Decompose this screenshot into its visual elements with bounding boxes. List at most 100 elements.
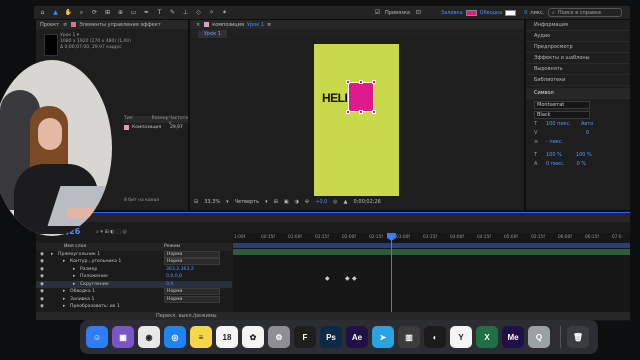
viewer-timecode[interactable]: 0;00;02;26 (354, 199, 381, 205)
resize-handle[interactable] (372, 80, 376, 84)
photoshop-icon[interactable]: Ps (320, 326, 342, 348)
panel-libraries[interactable]: Библиотеки (526, 75, 630, 86)
color-icon[interactable]: ✣ (305, 199, 309, 205)
media-encoder-icon[interactable]: Me (502, 326, 524, 348)
composition-canvas[interactable]: HELI (314, 44, 399, 196)
effects-controls-tab[interactable]: Элементы управления эффект (79, 22, 160, 28)
layer-row[interactable]: ◉ ▸ Заливка 1 Норма (36, 295, 232, 304)
chevron-down-icon[interactable]: ▾ (265, 199, 268, 205)
col-layer-name[interactable]: Имя слоя (64, 244, 86, 249)
layer-name[interactable]: Положение (80, 274, 108, 279)
show-snapshot-icon[interactable]: ▲ (344, 199, 348, 205)
resize-handle[interactable] (372, 110, 376, 114)
resize-handle[interactable] (346, 110, 350, 114)
keyframe-icon[interactable]: ◆ (345, 275, 350, 282)
hand-tool-icon[interactable]: ✋ (64, 8, 73, 17)
project-row[interactable]: Композиция 29,97 (124, 124, 188, 131)
fill-swatch[interactable] (465, 9, 477, 16)
photos-icon[interactable]: ✿ (242, 326, 264, 348)
twirl-chevron-icon[interactable]: ▸ (63, 259, 65, 264)
composition-tab-label[interactable]: композиция (212, 22, 244, 28)
zoom-tool-icon[interactable]: ⌕ (77, 8, 86, 17)
col-size[interactable]: Размер (152, 116, 169, 123)
layer-name[interactable]: Обводка 1 (70, 289, 95, 294)
layer-row[interactable]: ◉ ▸ Преобразовать: ик 1 (36, 303, 232, 311)
tracking-value[interactable]: 0 (586, 130, 589, 136)
blend-mode-select[interactable]: Норма (164, 258, 220, 266)
playhead-line[interactable] (391, 233, 392, 321)
twirl-chevron-icon[interactable]: ▸ (73, 267, 75, 272)
layer-row[interactable]: ◉ ▸ Прямоугольник 1 Норма (36, 250, 232, 259)
visibility-eye-icon[interactable]: ◉ (40, 267, 44, 272)
horizontal-scale-value[interactable]: 100 % (576, 152, 592, 158)
quality-select[interactable]: Четверть (235, 199, 259, 205)
property-value[interactable]: 0,0,0,0 (166, 274, 182, 279)
stamp-tool-icon[interactable]: ⊥ (181, 8, 190, 17)
stroke-label[interactable]: Обводка (480, 10, 503, 16)
tsume-value[interactable]: 0 % (577, 161, 587, 167)
font-style-select[interactable]: Black (534, 111, 590, 119)
bpc-label[interactable]: 8 бит на канал (124, 198, 159, 204)
layer-name[interactable]: Контур...угольника 1 (70, 259, 121, 264)
visibility-eye-icon[interactable]: ◉ (40, 274, 44, 279)
twirl-chevron-icon[interactable]: ▸ (63, 297, 65, 302)
property-value[interactable]: 363,2,363,2 (166, 267, 194, 272)
leading-value[interactable]: Авто (581, 121, 593, 127)
layer-duration-bar[interactable] (233, 249, 630, 255)
switches-toggle[interactable]: Перекл. выкл./режимы (156, 313, 217, 319)
zoom-level[interactable]: 33,3% (204, 199, 220, 205)
layer-name[interactable]: Прямоугольник 1 (58, 252, 100, 257)
obs-icon[interactable]: ◐ (424, 326, 446, 348)
orbit-tool-icon[interactable]: ⟳ (90, 8, 99, 17)
layer-row[interactable]: ◉ ▸ Скругление 0,0 (36, 280, 232, 288)
figma-icon[interactable]: F (294, 326, 316, 348)
twirl-chevron-icon[interactable]: ▸ (51, 252, 53, 257)
help-search-input[interactable]: ⌕ Поиск в справке (548, 8, 622, 17)
visibility-eye-icon[interactable]: ◉ (40, 252, 44, 257)
camera-tool-icon[interactable]: ⊞ (103, 8, 112, 17)
col-type[interactable]: Тип (124, 116, 136, 123)
work-area-bar[interactable] (233, 243, 630, 248)
timeline-graph[interactable]: 1:00f 00:15f 01:00f 01:15f 02:00f 02:15f 03:00… (233, 233, 630, 321)
camera-icon[interactable]: ◎ (333, 199, 337, 205)
twirl-chevron-icon[interactable]: ▸ (73, 282, 75, 287)
menu-icon[interactable]: ≡ (63, 22, 67, 28)
visibility-eye-icon[interactable]: ◉ (40, 289, 44, 294)
font-size-value[interactable]: 100 пикс. (546, 121, 571, 127)
excel-icon[interactable]: X (476, 326, 498, 348)
stroke-value[interactable]: - пикс. (546, 139, 563, 145)
finder-icon[interactable]: ☺ (86, 326, 108, 348)
vertical-scale-value[interactable]: 100 % (546, 152, 562, 158)
twirl-chevron-icon[interactable]: ▸ (73, 274, 75, 279)
pen-tool-icon[interactable]: ✒ (142, 8, 151, 17)
property-value[interactable]: 0,0 (166, 282, 173, 287)
stroke-width-value[interactable]: 0 (524, 10, 527, 16)
trash-icon[interactable]: 🗑 (567, 326, 589, 348)
keyframe-icon[interactable]: ◆ (325, 275, 330, 282)
selection-tool-icon[interactable]: ▲ (51, 8, 60, 17)
blend-mode-select[interactable]: Норма (164, 288, 220, 296)
close-icon[interactable]: × (196, 22, 200, 28)
subtab-lesson[interactable]: Урок 1 (198, 29, 228, 38)
visibility-eye-icon[interactable]: ◉ (40, 304, 44, 309)
channel-icon[interactable]: ◑ (295, 199, 299, 205)
grid-icon[interactable]: ⊞ (274, 199, 278, 205)
text-tool-icon[interactable]: T (155, 8, 164, 17)
stroke-swatch[interactable] (505, 9, 517, 16)
layer-name[interactable]: Размер (80, 267, 97, 272)
resize-handle[interactable] (359, 110, 363, 114)
twirl-chevron-icon[interactable]: ▸ (63, 304, 65, 309)
panel-info[interactable]: Информация (526, 20, 630, 31)
after-effects-icon[interactable]: Ae (346, 326, 368, 348)
layer-row[interactable]: ◉ ▸ Контур...угольника 1 Норма (36, 258, 232, 266)
calculator-icon[interactable]: ▥ (398, 326, 420, 348)
calendar-icon[interactable]: 18 (216, 326, 238, 348)
snap-checkbox-icon[interactable]: ☑ (373, 8, 382, 17)
pink-rectangle-shape[interactable] (346, 80, 376, 114)
layer-name[interactable]: Преобразовать: ик 1 (70, 304, 120, 309)
chevron-down-icon[interactable]: ▾ (226, 199, 229, 205)
menu-icon[interactable]: ≡ (267, 22, 271, 28)
panel-effects[interactable]: Эффекты и шаблоны (526, 53, 630, 64)
resize-handle[interactable] (359, 80, 363, 84)
home-icon[interactable]: ⌂ (38, 8, 47, 17)
